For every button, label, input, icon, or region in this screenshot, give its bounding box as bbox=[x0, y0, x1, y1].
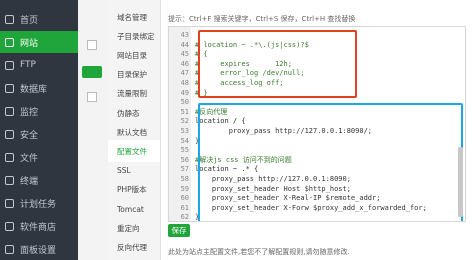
home-icon bbox=[5, 14, 14, 24]
sidebar-item-label: 数据库 bbox=[20, 84, 48, 95]
gear-icon bbox=[5, 244, 14, 254]
line-number: 58 bbox=[180, 175, 189, 183]
database-icon bbox=[5, 83, 14, 93]
store-icon bbox=[5, 221, 14, 231]
line-number: 49 bbox=[180, 88, 189, 97]
editor-hint: 提示：Ctrl+F 搜索关键字，Ctrl+S 保存，Ctrl+H 查找替换 bbox=[168, 15, 356, 23]
line-number-gutter: 43 44 45 46 47 48 49 50 51 52 53 54 55 56 57 58 59 60 61 62 bbox=[169, 27, 191, 221]
background-panel bbox=[78, 0, 108, 260]
line-number: 56 bbox=[180, 155, 189, 164]
site-settings-modal: 域名管理 子目录绑定 网站目录 目录保护 流量限制 伪静态 默认文档 配置文件 SSL PHP版本… bbox=[108, 0, 474, 260]
terminal-icon bbox=[5, 175, 14, 185]
line-number: 60 bbox=[180, 194, 189, 203]
sidebar-item-4[interactable]: 监控 bbox=[0, 100, 78, 122]
line-number: 48 bbox=[180, 79, 189, 87]
sidebar-item-label: 监控 bbox=[20, 107, 39, 118]
shield-icon bbox=[5, 129, 14, 139]
sidebar-item-9[interactable]: 软件商店 bbox=[0, 215, 78, 237]
sidebar-item-8[interactable]: 计划任务 bbox=[0, 192, 78, 214]
sidebar-item-10[interactable]: 面板设置 bbox=[0, 238, 78, 260]
line-number: 45 bbox=[180, 50, 189, 59]
line-number: 59 bbox=[180, 184, 189, 193]
line-number: 44 bbox=[180, 40, 189, 49]
tab-12[interactable]: 反向代理 bbox=[108, 236, 160, 258]
sidebar-item-label: 面板设置 bbox=[20, 245, 57, 256]
ftp-icon bbox=[5, 60, 14, 70]
clock-icon bbox=[5, 198, 14, 208]
highlight-box-blue bbox=[198, 103, 463, 221]
sidebar-item-label: 首页 bbox=[20, 15, 39, 26]
background-green-button[interactable] bbox=[82, 66, 102, 78]
sidebar-item-1[interactable]: 网站 bbox=[0, 31, 78, 53]
folder-icon bbox=[5, 152, 14, 162]
line-number: 54 bbox=[180, 136, 189, 145]
line-number: 55 bbox=[180, 146, 189, 155]
line-number: 50 bbox=[180, 98, 189, 107]
sidebar-item-6[interactable]: 文件 bbox=[0, 146, 78, 168]
sidebar-item-3[interactable]: 数据库 bbox=[0, 77, 78, 99]
sidebar-item-0[interactable]: 首页 bbox=[0, 8, 78, 30]
line-number: 43 bbox=[180, 31, 189, 39]
sidebar-item-label: 安全 bbox=[20, 130, 39, 141]
globe-icon bbox=[5, 37, 14, 47]
line-number: 53 bbox=[180, 127, 189, 135]
sidebar-item-5[interactable]: 安全 bbox=[0, 123, 78, 145]
background-checkbox[interactable] bbox=[87, 40, 97, 50]
config-warning-note: 此处为站点主配置文件,若您不了解配置规则,请勿随意修改. bbox=[168, 248, 350, 256]
sidebar-item-7[interactable]: 终端 bbox=[0, 169, 78, 191]
settings-tab-list: 域名管理 子目录绑定 网站目录 目录保护 流量限制 伪静态 默认文档 配置文件 SSL PHP版本… bbox=[108, 0, 161, 260]
editor-scrollbar[interactable] bbox=[458, 147, 463, 217]
sidebar-item-label: 终端 bbox=[20, 176, 39, 187]
config-file-panel: 提示：Ctrl+F 搜索关键字，Ctrl+S 保存，Ctrl+H 查找替换 43… bbox=[168, 0, 474, 260]
line-number: 46 bbox=[180, 59, 189, 68]
sidebar-item-label: 文件 bbox=[20, 153, 39, 164]
background-checkbox[interactable] bbox=[87, 92, 97, 102]
sidebar: 首页网站 FTP 数据库监控安全文件终端计划任务软件商店面板设置 bbox=[0, 0, 78, 260]
line-number: 47 bbox=[180, 69, 189, 78]
sidebar-item-2[interactable]: FTP bbox=[0, 54, 78, 76]
line-number: 52 bbox=[180, 117, 189, 126]
save-button[interactable]: 保存 bbox=[168, 224, 190, 237]
line-number: 57 bbox=[180, 165, 189, 174]
sidebar-item-label: 计划任务 bbox=[20, 199, 57, 210]
sidebar-item-label: FTP bbox=[20, 60, 36, 70]
code-editor[interactable]: 43 44 45 46 47 48 49 50 51 52 53 54 55 56 57 58 59 60 61 62… bbox=[168, 26, 466, 222]
line-number: 51 bbox=[180, 107, 189, 116]
sidebar-item-label: 软件商店 bbox=[20, 222, 57, 233]
line-number: 62 bbox=[180, 213, 189, 222]
sidebar-item-label: 网站 bbox=[20, 38, 39, 49]
line-number: 61 bbox=[180, 203, 189, 212]
monitor-icon bbox=[5, 106, 14, 116]
highlight-box-red bbox=[198, 30, 357, 98]
